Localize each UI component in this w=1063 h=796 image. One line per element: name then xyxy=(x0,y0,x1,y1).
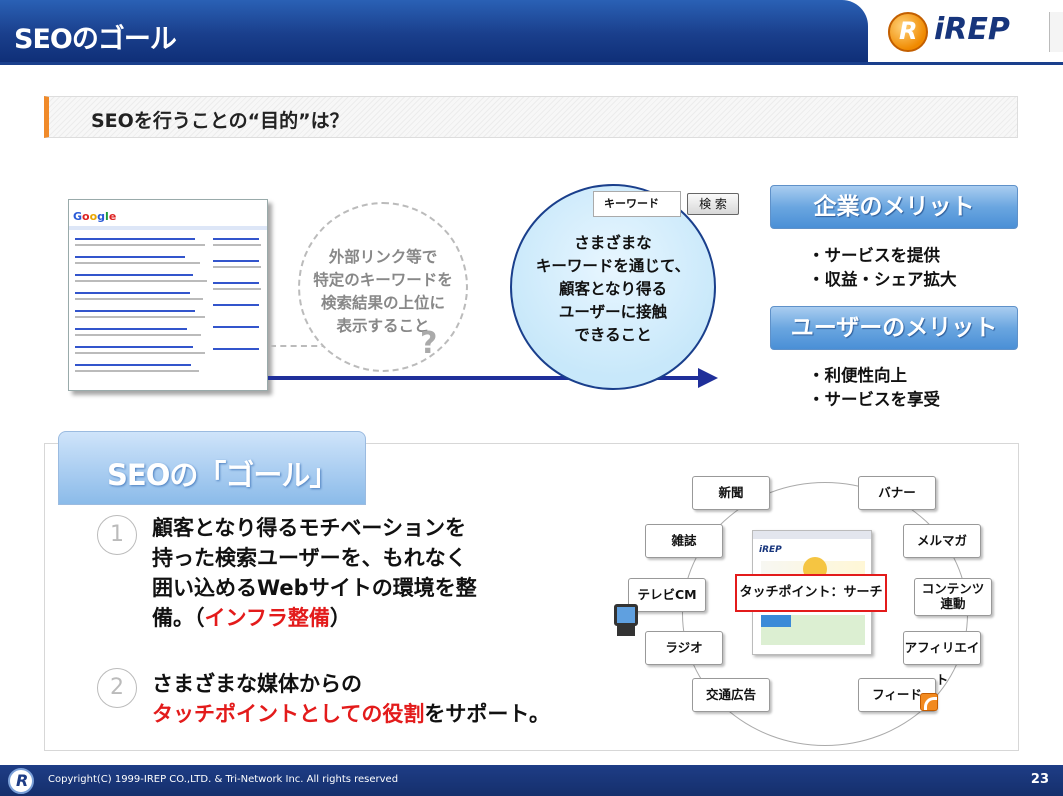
question-mark-icon: ? xyxy=(420,326,438,361)
logo-mark-icon xyxy=(888,12,928,52)
search-button[interactable]: 検 索 xyxy=(687,193,739,215)
touchpoint-search-box: タッチポイント：サーチ xyxy=(735,574,887,612)
tv-icon xyxy=(612,604,638,638)
node-tv-cm: テレビCM xyxy=(628,578,706,612)
question-bar: SEOを行うことの“目的”は？ xyxy=(44,96,1018,138)
header-bar: SEOのゴール xyxy=(0,0,868,62)
node-content-link: コンテンツ 連動 xyxy=(914,578,992,616)
page-number: 23 xyxy=(1030,772,1049,787)
infra-highlight: インフラ整備 xyxy=(204,606,330,630)
irep-logo: iREP xyxy=(888,10,1038,52)
user-merit-heading: ユーザーのメリット xyxy=(770,306,1018,350)
logo-text: iREP xyxy=(934,12,1010,47)
point-2-text: さまざまな媒体からの タッチポイントとしての役割をサポート。 xyxy=(152,672,550,726)
footer: Copyright(C) 1999-IREP CO.,LTD. & Tri-Ne… xyxy=(0,765,1063,796)
copyright-text: Copyright(C) 1999-IREP CO.,LTD. & Tri-Ne… xyxy=(48,774,399,785)
goal-tab: SEOの「ゴール」 xyxy=(58,431,366,505)
goal-title: SEOの「ゴール」 xyxy=(107,458,338,492)
corner-decoration xyxy=(1049,12,1063,52)
search-results-screenshot: Google xyxy=(68,199,268,391)
point-2-badge: 2 xyxy=(97,668,137,708)
external-link-circle: 外部リンク等で 特定のキーワードを 検索結果の上位に 表示すること xyxy=(298,202,468,372)
node-radio: ラジオ xyxy=(645,631,723,665)
mini-logo: iREP xyxy=(759,545,782,555)
footer-logo-icon xyxy=(8,768,34,794)
node-mail-magazine: メルマガ xyxy=(903,524,981,558)
touchpoint-highlight: タッチポイントとしての役割 xyxy=(152,702,425,726)
goal-circle-text: さまざまな キーワードを通じて、 顧客となり得る ユーザーに接触 できること xyxy=(535,234,691,344)
point-1-text: 顧客となり得るモチベーションを 持った検索ユーザーを、もれなく 囲い込めるWeb… xyxy=(152,516,477,630)
user-merit-list: ・利便性向上 ・サービスを享受 xyxy=(808,366,940,409)
node-banner: バナー xyxy=(858,476,936,510)
page-title: SEOのゴール xyxy=(14,24,177,55)
node-magazine: 雑誌 xyxy=(645,524,723,558)
node-newspaper: 新聞 xyxy=(692,476,770,510)
node-transit-ad: 交通広告 xyxy=(692,678,770,712)
header-divider xyxy=(0,62,1063,65)
arrow-right-icon xyxy=(698,368,718,388)
point-1-badge: 1 xyxy=(97,515,137,555)
keyword-input[interactable]: キーワード xyxy=(593,191,681,217)
question-text: SEOを行うことの“目的”は？ xyxy=(91,110,349,132)
google-logo: Google xyxy=(73,210,117,223)
company-merit-heading: 企業のメリット xyxy=(770,185,1018,229)
external-link-text: 外部リンク等で 特定のキーワードを 検索結果の上位に 表示すること xyxy=(313,248,453,335)
company-merit-list: ・サービスを提供 ・収益・シェア拡大 xyxy=(808,246,957,289)
node-affiliate: アフィリエイト xyxy=(903,631,981,687)
rss-icon xyxy=(920,693,938,711)
